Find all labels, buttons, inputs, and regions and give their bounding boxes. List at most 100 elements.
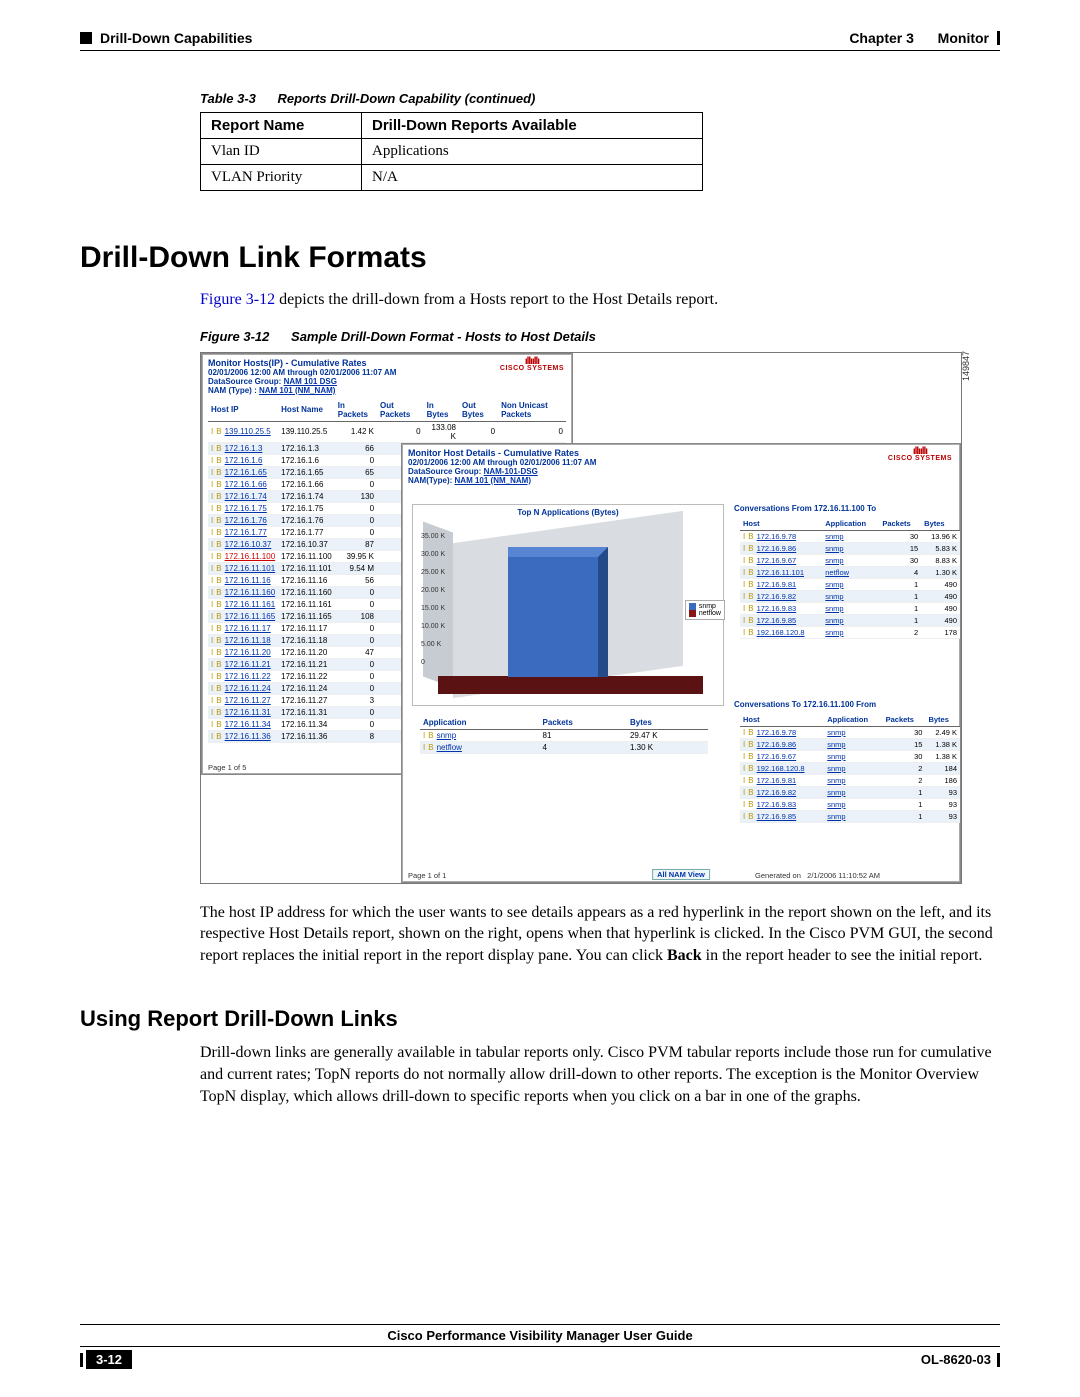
conv-cell[interactable]: IB172.16.9.85 — [740, 810, 824, 822]
conv-cell[interactable]: IB172.16.9.81 — [740, 578, 822, 590]
conv-th[interactable]: Packets — [883, 713, 926, 727]
conv-cell[interactable]: IB172.16.9.67 — [740, 750, 824, 762]
conv-host-link[interactable]: 172.16.9.85 — [757, 616, 797, 625]
conv-host-link[interactable]: 192.168.120.8 — [757, 628, 805, 637]
hosts-cell[interactable]: IB172.16.11.21 — [208, 658, 278, 670]
hosts-th[interactable]: Non Unicast Packets — [498, 399, 566, 422]
conv-th[interactable]: Host — [740, 517, 822, 531]
conv-host-link[interactable]: 172.16.9.82 — [757, 788, 797, 797]
host-ip-link[interactable]: 172.16.11.21 — [225, 660, 271, 669]
hosts-cell[interactable]: IB172.16.1.6 — [208, 454, 278, 466]
conv-th[interactable]: Bytes — [921, 517, 960, 531]
ds-value-link[interactable]: NAM 101 DSG — [284, 377, 337, 386]
conv-host-link[interactable]: 192.168.120.8 — [757, 764, 805, 773]
conv-app-link[interactable]: snmp — [827, 764, 845, 773]
conv-app-link[interactable]: snmp — [827, 776, 845, 785]
hosts-cell[interactable]: IB172.16.1.76 — [208, 514, 278, 526]
hosts-cell[interactable]: IB172.16.10.37 — [208, 538, 278, 550]
conv-app-link[interactable]: snmp — [825, 616, 843, 625]
hosts-th[interactable]: Out Bytes — [459, 399, 498, 422]
figure-link[interactable]: Figure 3-12 — [200, 291, 275, 308]
conv-app-link[interactable]: snmp — [825, 556, 843, 565]
conv-cell[interactable]: snmp — [824, 810, 882, 822]
conv-th[interactable]: Bytes — [925, 713, 960, 727]
hosts-th[interactable]: Host Name — [278, 399, 335, 422]
conv-cell[interactable]: snmp — [822, 554, 879, 566]
conv-host-link[interactable]: 172.16.11.101 — [757, 568, 804, 577]
hosts-cell[interactable]: IB172.16.11.16 — [208, 574, 278, 586]
hosts-cell[interactable]: IB172.16.11.36 — [208, 730, 278, 742]
hosts-cell[interactable]: IB172.16.11.18 — [208, 634, 278, 646]
host-ip-link[interactable]: 172.16.11.160 — [225, 588, 276, 597]
conv-app-link[interactable]: snmp — [827, 788, 845, 797]
conv-th[interactable]: Host — [740, 713, 824, 727]
conv-app-link[interactable]: snmp — [827, 740, 845, 749]
conv-app-link[interactable]: snmp — [825, 592, 843, 601]
app-cell[interactable]: IBnetflow — [420, 741, 540, 753]
conv-app-link[interactable]: snmp — [825, 628, 843, 637]
conv-cell[interactable]: IB172.16.9.83 — [740, 602, 822, 614]
conv-cell[interactable]: snmp — [822, 614, 879, 626]
hosts-cell[interactable]: IB139.110.25.5 — [208, 421, 278, 442]
hosts-cell[interactable]: IB172.16.11.22 — [208, 670, 278, 682]
hosts-cell[interactable]: IB172.16.1.3 — [208, 442, 278, 454]
conv-cell[interactable]: IB172.16.9.67 — [740, 554, 822, 566]
hosts-cell[interactable]: IB172.16.11.165 — [208, 610, 278, 622]
hosts-cell[interactable]: IB172.16.1.66 — [208, 478, 278, 490]
conv-app-link[interactable]: snmp — [827, 812, 845, 821]
nam-value-link[interactable]: NAM 101 (NM_NAM) — [259, 386, 335, 395]
host-ip-link[interactable]: 172.16.1.75 — [225, 504, 267, 513]
host-ip-link[interactable]: 172.16.1.3 — [225, 444, 263, 453]
conv-cell[interactable]: IB172.16.9.82 — [740, 786, 824, 798]
hosts-cell[interactable]: IB172.16.1.65 — [208, 466, 278, 478]
all-nam-view-button[interactable]: All NAM View — [652, 869, 710, 880]
host-ip-link[interactable]: 172.16.11.100 — [225, 552, 276, 561]
hosts-cell[interactable]: IB172.16.11.161 — [208, 598, 278, 610]
ds-value-link[interactable]: NAM-101-DSG — [484, 467, 538, 476]
host-ip-link[interactable]: 172.16.1.66 — [225, 480, 267, 489]
conv-cell[interactable]: IB172.16.9.86 — [740, 542, 822, 554]
conv-th[interactable]: Application — [824, 713, 882, 727]
host-ip-link[interactable]: 172.16.11.161 — [225, 600, 276, 609]
app-th[interactable]: Bytes — [627, 716, 708, 730]
host-ip-link[interactable]: 172.16.11.22 — [225, 672, 271, 681]
host-ip-link[interactable]: 172.16.10.37 — [225, 540, 272, 549]
host-ip-link[interactable]: 172.16.11.27 — [225, 696, 271, 705]
host-ip-link[interactable]: 172.16.11.18 — [225, 636, 271, 645]
conv-app-link[interactable]: snmp — [827, 800, 845, 809]
conv-host-link[interactable]: 172.16.9.83 — [757, 604, 797, 613]
hosts-cell[interactable]: IB172.16.11.34 — [208, 718, 278, 730]
host-ip-link[interactable]: 172.16.11.16 — [225, 576, 271, 585]
host-ip-link[interactable]: 172.16.11.36 — [225, 732, 271, 741]
conv-cell[interactable]: snmp — [824, 726, 882, 738]
conv-cell[interactable]: snmp — [824, 774, 882, 786]
hosts-cell[interactable]: IB172.16.11.31 — [208, 706, 278, 718]
host-ip-link[interactable]: 172.16.11.34 — [225, 720, 271, 729]
host-ip-link[interactable]: 172.16.11.24 — [225, 684, 271, 693]
conv-host-link[interactable]: 172.16.9.85 — [757, 812, 797, 821]
host-ip-link[interactable]: 172.16.1.74 — [225, 492, 267, 501]
conv-host-link[interactable]: 172.16.9.86 — [757, 740, 797, 749]
conv-app-link[interactable]: snmp — [825, 544, 843, 553]
conv-cell[interactable]: IB172.16.9.82 — [740, 590, 822, 602]
conv-app-link[interactable]: netflow — [825, 568, 849, 577]
conv-cell[interactable]: IB172.16.9.78 — [740, 726, 824, 738]
app-link[interactable]: snmp — [437, 731, 457, 740]
conv-app-link[interactable]: snmp — [825, 532, 843, 541]
hosts-th[interactable]: In Packets — [335, 399, 377, 422]
host-ip-link[interactable]: 172.16.11.20 — [225, 648, 271, 657]
conv-host-link[interactable]: 172.16.9.86 — [757, 544, 797, 553]
conv-host-link[interactable]: 172.16.9.81 — [757, 776, 797, 785]
conv-cell[interactable]: IB192.168.120.8 — [740, 626, 822, 638]
conv-cell[interactable]: snmp — [822, 626, 879, 638]
hosts-cell[interactable]: IB172.16.11.24 — [208, 682, 278, 694]
conv-cell[interactable]: IB172.16.9.85 — [740, 614, 822, 626]
hosts-th[interactable]: Out Packets — [377, 399, 424, 422]
chart-bar-snmp[interactable] — [508, 547, 608, 677]
conv-cell[interactable]: netflow — [822, 566, 879, 578]
hosts-th[interactable]: In Bytes — [424, 399, 459, 422]
host-ip-link[interactable]: 172.16.1.65 — [225, 468, 267, 477]
conv-cell[interactable]: IB172.16.9.81 — [740, 774, 824, 786]
conv-host-link[interactable]: 172.16.9.81 — [757, 580, 797, 589]
host-ip-link[interactable]: 172.16.11.101 — [225, 564, 276, 573]
